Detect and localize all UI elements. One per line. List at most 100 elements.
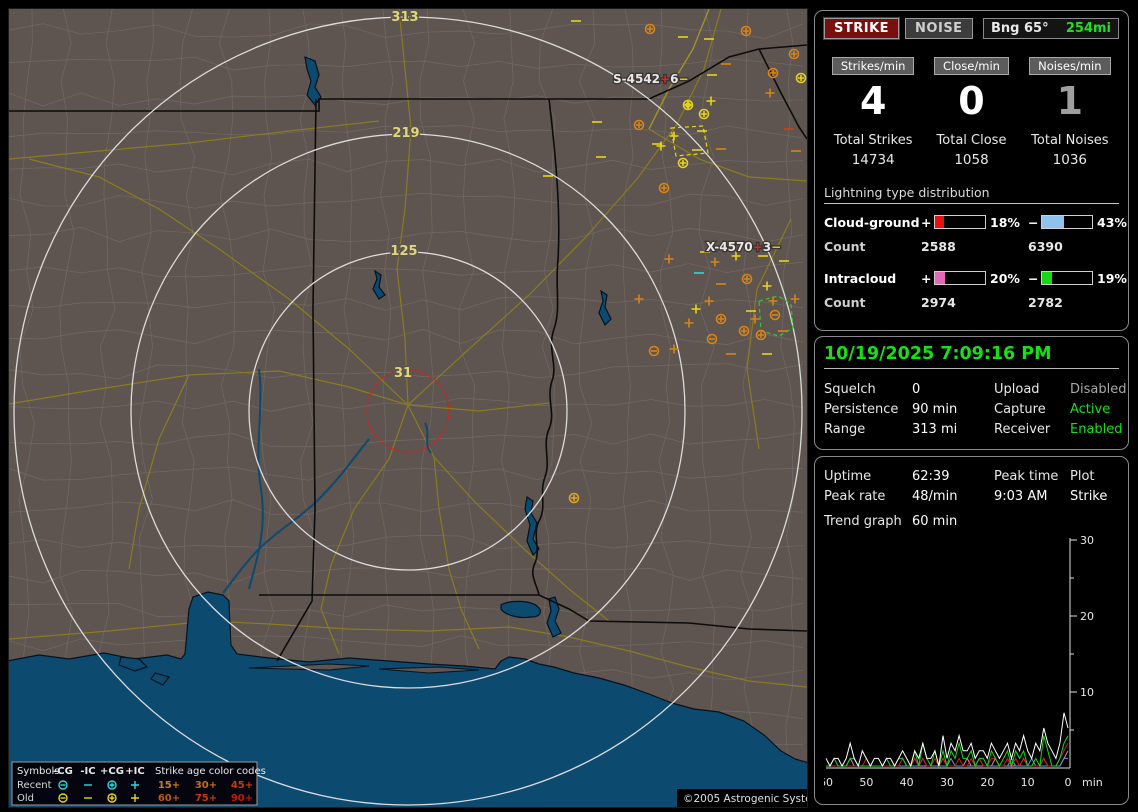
total-noises-value: 1036 — [1052, 151, 1087, 168]
strike-age-code: 15+ — [158, 780, 180, 791]
noise-mode-button[interactable]: NOISE — [905, 18, 973, 39]
cloud-ground-label: Cloud-ground — [824, 214, 920, 230]
strike-age-code: 45+ — [231, 780, 253, 791]
minus-sign: − — [1028, 270, 1039, 286]
strikes-per-min-value: 4 — [859, 79, 887, 123]
trend-graph-value: 60 min — [912, 514, 958, 529]
persistence-label: Persistence — [824, 401, 899, 417]
capture-label: Capture — [994, 401, 1046, 417]
upload-label: Upload — [994, 381, 1040, 397]
strike-stats-panel: STRIKE NOISE Bng 65° 254mi Strikes/min C… — [814, 10, 1129, 331]
intracloud-positive-bar — [934, 271, 986, 286]
receiver-status: Enabled — [1070, 421, 1123, 437]
peak-rate-value: 48/min — [912, 488, 958, 504]
y-tick-label: 30 — [1080, 536, 1094, 547]
total-strikes-value: 14734 — [851, 151, 895, 168]
intracloud-label: Intracloud — [824, 270, 897, 286]
peak-time-value: 9:03 AM — [994, 488, 1048, 504]
intracloud-negative-count: 2782 — [1028, 294, 1063, 310]
count-label: Count — [824, 238, 866, 254]
cloud-ground-negative-bar — [1041, 215, 1093, 230]
lightning-distribution-title: Lightning type distribution — [824, 185, 1119, 204]
total-close-value: 1058 — [954, 151, 989, 168]
lightning-map[interactable]: 313 219 125 31 S-4542+6− X-4570+3− Symbols -CG -… — [6, 8, 827, 810]
close-per-min-chip: Close/min — [934, 57, 1009, 75]
upload-status: Disabled — [1070, 381, 1127, 397]
intracloud-negative-pct: 19% — [1097, 270, 1127, 286]
capture-status: Active — [1070, 401, 1111, 417]
copyright-text: ©2005 Astrogenic Systems — [683, 793, 807, 805]
squelch-value: 0 — [912, 381, 921, 397]
intracloud-positive-count: 2974 — [921, 294, 956, 310]
total-close-label: Total Close — [936, 132, 1007, 148]
trend-axes — [826, 538, 1071, 769]
strike-symbol-cpd — [682, 99, 694, 111]
y-tick-label: 20 — [1080, 610, 1094, 623]
uptime-value: 62:39 — [912, 468, 950, 484]
persistence-value: 90 min — [912, 401, 958, 417]
noises-per-min-value: 1 — [1056, 79, 1084, 123]
strikes-per-min-chip: Strikes/min — [831, 57, 915, 75]
trend-series-red — [826, 742, 1069, 768]
legend-text: Old — [17, 793, 34, 804]
uptime-label: Uptime — [824, 468, 872, 484]
strike-age-code: 60+ — [158, 793, 180, 804]
trend-series-total — [825, 712, 1069, 768]
squelch-label: Squelch — [824, 381, 876, 397]
trend-graph-canvas: 10 20 30 60 50 40 30 20 10 0 min — [819, 534, 1103, 789]
plus-sign: + — [921, 270, 932, 286]
status-panel: 10/19/2025 7:09:16 PM Squelch 0 Upload D… — [814, 336, 1129, 450]
strike-age-code: 75+ — [195, 793, 217, 804]
x-axis-unit: min — [1082, 776, 1103, 789]
map-canvas: 31321912531S-4542+6−X-4570+3−Symbols-CG -… — [6, 9, 827, 810]
bearing-range-value: 254mi — [1065, 21, 1111, 36]
storm-cell-label-s4542: S-4542+6− — [613, 72, 689, 86]
range-label: Range — [824, 421, 866, 437]
minus-sign: − — [1028, 214, 1039, 230]
strike-age-code: 30+ — [195, 780, 217, 791]
legend-text: Strike age color codes — [155, 766, 266, 777]
receiver-label: Receiver — [994, 421, 1051, 437]
count-label: Count — [824, 294, 866, 310]
cloud-ground-positive-pct: 18% — [990, 214, 1020, 230]
close-per-min-value: 0 — [958, 79, 985, 123]
x-tick-label: 50 — [859, 776, 873, 789]
cloud-ground-positive-bar — [934, 215, 986, 230]
legend-text: -IC — [80, 766, 95, 777]
strike-mode-button[interactable]: STRIKE — [822, 17, 901, 40]
noises-per-min-chip: Noises/min — [1029, 57, 1111, 75]
legend-text: Recent — [17, 780, 52, 791]
x-tick-label: 40 — [900, 776, 914, 789]
map-legend: Symbols-CG -IC +CG +IC Strike age color code… — [11, 761, 266, 806]
legend-text: +CG — [100, 766, 124, 777]
x-tick-label: 0 — [1065, 776, 1072, 789]
x-tick-label: 30 — [940, 776, 954, 789]
peak-rate-label: Peak rate — [824, 488, 886, 504]
total-strikes-label: Total Strikes — [833, 132, 913, 148]
plot-mode-value: Strike — [1070, 488, 1108, 504]
x-tick-label: 20 — [980, 776, 994, 789]
total-noises-label: Total Noises — [1031, 132, 1109, 148]
cloud-ground-positive-count: 2588 — [921, 238, 956, 254]
x-tick-label: 10 — [1021, 776, 1035, 789]
range-value: 313 mi — [912, 421, 958, 437]
cloud-ground-negative-count: 6390 — [1028, 238, 1063, 254]
intracloud-negative-bar — [1041, 271, 1093, 286]
bearing-readout: Bng 65° 254mi — [983, 18, 1119, 39]
range-ring-label: 219 — [392, 126, 419, 141]
trend-graph[interactable]: 10 20 30 60 50 40 30 20 10 0 min — [819, 534, 1119, 798]
range-ring-label: 31 — [394, 366, 412, 381]
peak-time-label: Peak time — [994, 468, 1059, 484]
cloud-ground-negative-pct: 43% — [1097, 214, 1127, 230]
range-ring-label: 313 — [391, 10, 418, 25]
datetime-display: 10/19/2025 7:09:16 PM — [824, 344, 1119, 369]
legend-text: -CG — [53, 766, 73, 777]
strike-age-code: 90+ — [231, 793, 253, 804]
plot-label: Plot — [1070, 468, 1095, 484]
range-ring-label: 125 — [390, 244, 417, 259]
bearing-label: Bng 65° — [991, 21, 1049, 36]
session-trend-panel: Uptime 62:39 Peak time Plot Peak rate 48… — [814, 456, 1129, 805]
y-tick-label: 10 — [1080, 686, 1094, 699]
strikestar-app-window: 313 219 125 31 S-4542+6− X-4570+3− Symbols -CG -… — [0, 0, 1138, 812]
x-tick-label: 60 — [824, 776, 833, 789]
